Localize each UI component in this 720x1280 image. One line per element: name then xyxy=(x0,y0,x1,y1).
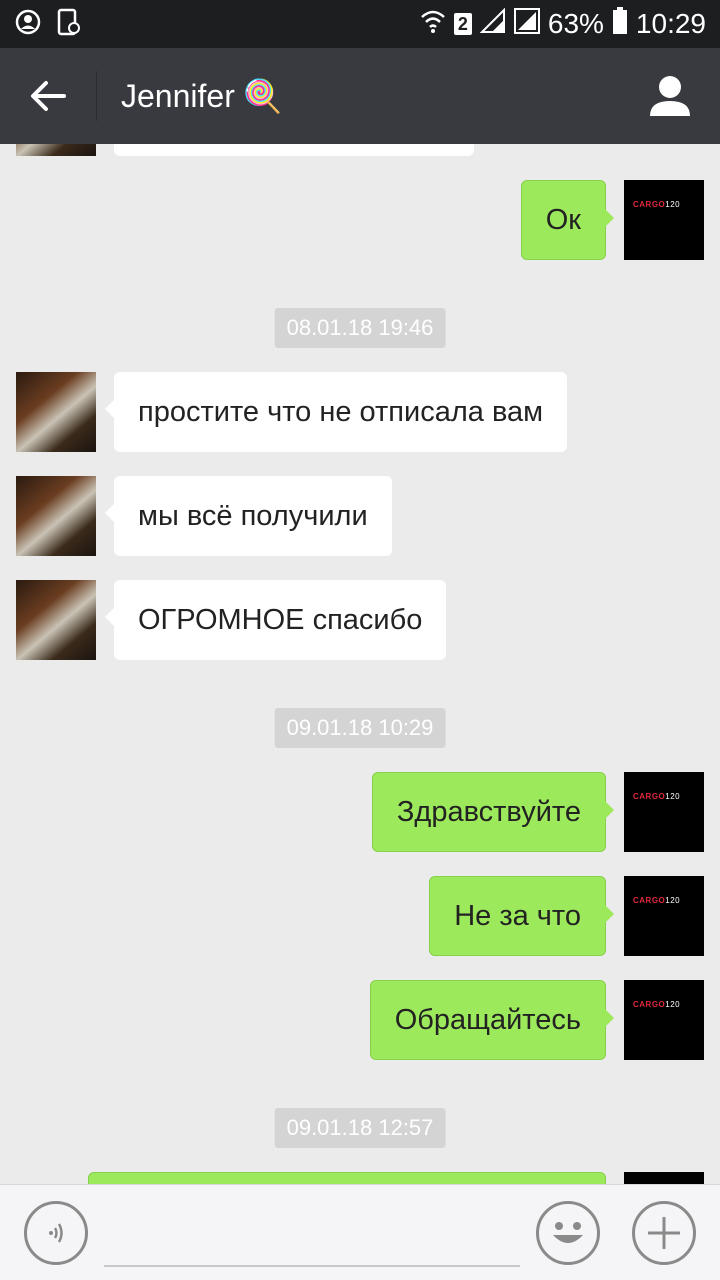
message-list[interactable]: Ок CARGO120 08.01.18 19:46 простите что … xyxy=(0,144,720,1184)
cargo-logo: CARGO120 xyxy=(633,1000,681,1009)
contact-avatar[interactable] xyxy=(16,144,96,156)
message-bubble-outgoing[interactable]: Обращайтесь xyxy=(369,980,615,1060)
my-avatar[interactable]: CARGO120 xyxy=(624,772,704,852)
lollipop-icon: 🍭 xyxy=(242,78,283,114)
message-bubble-incoming[interactable]: мы всё получили xyxy=(105,476,392,556)
message-bubble-outgoing[interactable]: Не за что xyxy=(429,876,614,956)
message-text: мы всё получили xyxy=(138,499,368,532)
my-avatar[interactable] xyxy=(624,1172,704,1184)
signal-icon xyxy=(513,7,540,41)
message-text: Обращайтесь xyxy=(394,1003,581,1036)
message-bubble-incoming[interactable]: ОГРОМНОЕ спасибо xyxy=(104,580,447,660)
battery-icon xyxy=(612,6,628,42)
message-text: ОГРОМНОЕ спасибо xyxy=(138,603,423,636)
message-text: Не за что xyxy=(454,899,581,932)
cargo-logo: CARGO120 xyxy=(633,200,681,209)
message-bubble-incoming[interactable]: простите что не отписала вам xyxy=(104,372,568,452)
timestamp: 08.01.18 19:46 xyxy=(274,308,446,348)
my-avatar[interactable]: CARGO120 xyxy=(624,980,704,1060)
voice-icon xyxy=(49,1223,63,1243)
message-bubble-outgoing[interactable] xyxy=(88,1172,606,1184)
message-text: Здравствуйте xyxy=(396,795,581,828)
emoji-button[interactable] xyxy=(536,1201,600,1265)
cargo-logo: CARGO120 xyxy=(633,896,681,905)
contact-avatar[interactable] xyxy=(16,580,96,660)
message-bubble-incoming[interactable] xyxy=(114,144,474,156)
message-text: Ок xyxy=(545,203,581,236)
cargo-logo: CARGO120 xyxy=(633,792,681,801)
back-button[interactable] xyxy=(0,48,96,144)
sim-badge: 2 xyxy=(453,13,472,35)
message-input[interactable] xyxy=(104,1205,520,1267)
plus-icon xyxy=(648,1217,680,1249)
chat-title: Jennifer 🍭 xyxy=(121,77,283,115)
message-bubble-outgoing[interactable]: Здравствуйте xyxy=(371,772,615,852)
smiley-icon xyxy=(553,1222,583,1243)
profile-button[interactable] xyxy=(648,74,692,118)
status-bar: 2 63% 10:29 xyxy=(0,0,720,48)
battery-percent: 63% xyxy=(547,8,604,39)
chat-header: Jennifer 🍭 xyxy=(0,48,720,144)
my-avatar[interactable]: CARGO120 xyxy=(624,180,704,260)
clock: 10:29 xyxy=(635,8,706,39)
person-icon xyxy=(650,76,690,116)
my-avatar[interactable]: CARGO120 xyxy=(624,876,704,956)
signal-icon xyxy=(479,7,506,41)
timestamp: 09.01.18 12:57 xyxy=(274,1108,446,1148)
contact-avatar[interactable] xyxy=(16,476,96,556)
wifi-icon xyxy=(420,8,446,40)
timestamp: 09.01.18 10:29 xyxy=(274,708,446,748)
phone-settings-icon xyxy=(56,8,82,41)
account-circle-icon xyxy=(14,8,42,41)
input-bar xyxy=(0,1184,720,1280)
contact-name: Jennifer xyxy=(121,77,235,114)
header-divider xyxy=(96,71,97,121)
more-button[interactable] xyxy=(632,1201,696,1265)
contact-avatar[interactable] xyxy=(16,372,96,452)
back-arrow-icon xyxy=(31,81,66,111)
message-bubble-outgoing[interactable]: Ок xyxy=(520,180,615,260)
voice-button[interactable] xyxy=(24,1201,88,1265)
message-text: простите что не отписала вам xyxy=(138,395,544,428)
